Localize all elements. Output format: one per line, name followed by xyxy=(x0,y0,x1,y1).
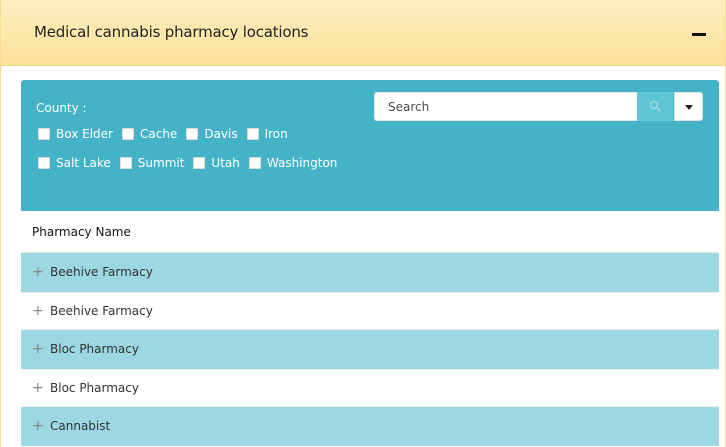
pharmacy-table: Pharmacy Name + Beehive Farmacy + Beehiv… xyxy=(21,211,719,446)
pharmacy-name: Bloc Pharmacy xyxy=(50,342,139,357)
checkbox[interactable] xyxy=(246,128,259,140)
checkbox-label: Utah xyxy=(211,156,240,170)
filter-area: County : Box Elder Cache Davis Iron Salt… xyxy=(21,80,719,211)
collapse-button[interactable] xyxy=(687,22,711,44)
minus-icon xyxy=(692,33,706,36)
table-row[interactable]: + Bloc Pharmacy xyxy=(21,368,719,407)
county-checkbox-iron[interactable]: Iron xyxy=(246,127,288,141)
panel-header[interactable]: Medical cannabis pharmacy locations xyxy=(1,0,725,66)
search-options-dropdown[interactable] xyxy=(674,92,703,121)
table-row[interactable]: + Beehive Farmacy xyxy=(21,291,719,330)
table-row[interactable]: + Bloc Pharmacy xyxy=(21,330,719,369)
county-label: County : xyxy=(36,101,87,115)
table-row[interactable]: + Cannabist xyxy=(21,407,719,446)
checkbox[interactable] xyxy=(248,157,261,169)
county-checkbox-utah[interactable]: Utah xyxy=(193,156,240,170)
expand-icon[interactable]: + xyxy=(32,304,46,318)
county-checkbox-box-elder[interactable]: Box Elder xyxy=(38,127,113,141)
table-row[interactable]: + Beehive Farmacy xyxy=(21,253,719,292)
pharmacy-name: Beehive Farmacy xyxy=(50,265,153,280)
expand-icon[interactable]: + xyxy=(32,342,46,356)
checkbox-label: Box Elder xyxy=(56,127,113,141)
caret-down-icon xyxy=(685,105,693,110)
expand-icon[interactable]: + xyxy=(32,265,46,279)
checkbox[interactable] xyxy=(121,128,134,140)
expand-icon[interactable]: + xyxy=(32,381,46,395)
county-checkbox-summit[interactable]: Summit xyxy=(119,156,185,170)
county-checkbox-washington[interactable]: Washington xyxy=(248,156,338,170)
county-checkbox-salt-lake[interactable]: Salt Lake xyxy=(38,156,111,170)
search-input[interactable] xyxy=(374,92,638,121)
checkbox[interactable] xyxy=(38,157,50,169)
search-icon xyxy=(649,100,661,112)
checkbox-label: Summit xyxy=(137,156,185,170)
checkbox-label: Cache xyxy=(139,127,178,141)
checkbox-label: Salt Lake xyxy=(56,156,111,170)
county-checkbox-row-1: Box Elder Cache Davis Iron xyxy=(38,127,297,141)
county-checkbox-row-2: Salt Lake Summit Utah Washington xyxy=(38,156,346,170)
expand-icon[interactable]: + xyxy=(32,419,46,433)
pharmacy-name: Bloc Pharmacy xyxy=(50,380,139,395)
panel-title: Medical cannabis pharmacy locations xyxy=(34,23,309,41)
pharmacy-name: Beehive Farmacy xyxy=(50,303,153,318)
checkbox[interactable] xyxy=(119,157,132,169)
checkbox-label: Davis xyxy=(204,127,238,141)
checkbox[interactable] xyxy=(38,128,50,140)
county-checkbox-cache[interactable]: Cache xyxy=(121,127,178,141)
pharmacy-panel: Medical cannabis pharmacy locations Coun… xyxy=(0,0,726,447)
checkbox[interactable] xyxy=(193,157,206,169)
checkbox-label: Iron xyxy=(264,127,288,141)
county-checkbox-davis[interactable]: Davis xyxy=(186,127,238,141)
checkbox[interactable] xyxy=(186,128,199,140)
checkbox-label: Washington xyxy=(266,156,338,170)
pharmacy-name: Cannabist xyxy=(50,419,111,434)
search-button[interactable] xyxy=(637,92,673,121)
column-header-pharmacy-name[interactable]: Pharmacy Name xyxy=(21,211,719,253)
